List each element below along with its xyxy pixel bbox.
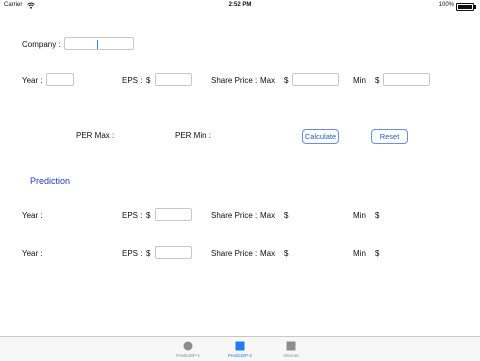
per-max-label: PER Max : bbox=[76, 131, 115, 140]
battery-percent: 100% bbox=[438, 2, 454, 8]
battery-icon bbox=[456, 3, 476, 11]
text-cursor bbox=[97, 40, 98, 49]
pred1-eps-currency: $ bbox=[146, 211, 151, 220]
eps-label: EPS : bbox=[122, 76, 143, 85]
company-input[interactable] bbox=[64, 37, 134, 50]
min-currency: $ bbox=[375, 76, 380, 85]
reset-button[interactable]: Reset bbox=[371, 129, 408, 144]
tab-label: Internet bbox=[283, 353, 299, 358]
pred1-eps-label: EPS : bbox=[122, 211, 143, 220]
tab-predictsp-1[interactable]: PredictSP-1 bbox=[158, 337, 218, 361]
status-bar: Carrier 2:52 PM 100% bbox=[0, 0, 480, 11]
pred1-year-label: Year : bbox=[22, 211, 43, 220]
square-icon bbox=[286, 341, 296, 351]
prediction-title: Prediction bbox=[30, 176, 71, 186]
eps-currency: $ bbox=[146, 76, 151, 85]
pred1-min-currency: $ bbox=[375, 211, 380, 220]
pred2-min-label: Min bbox=[353, 249, 366, 258]
square-icon bbox=[235, 341, 245, 351]
pred2-min-currency: $ bbox=[375, 249, 380, 258]
company-label: Company : bbox=[22, 40, 61, 49]
pred2-max-currency: $ bbox=[284, 249, 289, 258]
year-input[interactable] bbox=[46, 73, 74, 86]
tab-bar: PredictSP-1 PredictSP-2 Internet bbox=[0, 336, 480, 361]
pred1-max-currency: $ bbox=[284, 211, 289, 220]
max-price-input[interactable] bbox=[292, 73, 339, 86]
tab-label: PredictSP-1 bbox=[175, 353, 200, 358]
calculate-button[interactable]: Calculate bbox=[302, 129, 339, 144]
min-price-input[interactable] bbox=[383, 73, 430, 86]
pred2-eps-label: EPS : bbox=[122, 249, 143, 258]
pred1-min-label: Min bbox=[353, 211, 366, 220]
year-label: Year : bbox=[22, 76, 43, 85]
pred2-max-label: Max bbox=[260, 249, 276, 258]
per-min-label: PER Min : bbox=[175, 131, 212, 140]
tab-internet[interactable]: Internet bbox=[261, 337, 321, 361]
min-label: Min bbox=[353, 76, 366, 85]
status-time: 2:52 PM bbox=[228, 2, 252, 8]
pred1-eps-input[interactable] bbox=[155, 208, 192, 221]
pred2-eps-input[interactable] bbox=[155, 246, 192, 259]
eps-input[interactable] bbox=[155, 73, 192, 86]
pred2-eps-currency: $ bbox=[146, 249, 151, 258]
pred1-max-label: Max bbox=[260, 211, 276, 220]
pred2-share-price-label: Share Price : bbox=[211, 249, 258, 258]
max-currency: $ bbox=[284, 76, 289, 85]
pred2-year-label: Year : bbox=[22, 249, 43, 258]
max-label: Max bbox=[260, 76, 276, 85]
pred1-share-price-label: Share Price : bbox=[211, 211, 258, 220]
share-price-label: Share Price : bbox=[211, 76, 258, 85]
circle-icon bbox=[183, 341, 193, 351]
